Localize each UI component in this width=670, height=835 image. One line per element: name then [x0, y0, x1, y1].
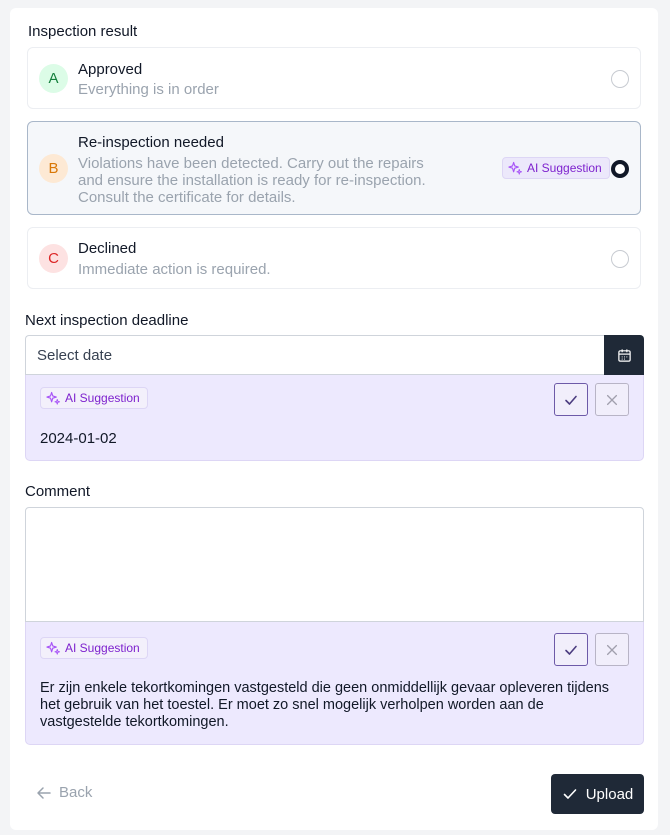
- reject-suggestion-button[interactable]: [595, 633, 629, 666]
- suggestion-line: het gebruik van het toestel. Er moet zo …: [40, 697, 544, 713]
- option-title: Approved: [78, 61, 143, 78]
- sparkle-icon: [46, 641, 61, 655]
- ai-suggestion-label: AI Suggestion: [65, 391, 140, 405]
- option-badge-b: B: [39, 154, 68, 183]
- back-button[interactable]: Back: [36, 784, 92, 801]
- ai-suggestion-tag: AI Suggestion: [40, 387, 148, 409]
- calendar-button[interactable]: [604, 335, 644, 375]
- option-badge-c: C: [39, 244, 68, 273]
- upload-button[interactable]: Upload: [551, 774, 644, 814]
- option-title: Declined: [78, 240, 137, 257]
- suggested-comment: Er zijn enkele tekortkomingen vastgestel…: [40, 680, 609, 731]
- comment-textarea[interactable]: [25, 507, 644, 622]
- ai-suggestion-tag: AI Suggestion: [502, 157, 610, 179]
- ai-suggestion-label: AI Suggestion: [527, 161, 602, 175]
- option-reinspection[interactable]: B Re-inspection needed Violations have b…: [27, 121, 641, 215]
- deadline-title: Next inspection deadline: [25, 312, 189, 329]
- close-icon: [606, 394, 618, 405]
- description-line: Consult the certificate for details.: [78, 189, 296, 206]
- description-line: and ensure the installation is ready for…: [78, 172, 426, 189]
- option-title: Re-inspection needed: [78, 134, 224, 151]
- accept-suggestion-button[interactable]: [554, 633, 588, 666]
- date-input[interactable]: Select date: [25, 335, 605, 375]
- description-line: Violations have been detected. Carry out…: [78, 155, 424, 172]
- reject-suggestion-button[interactable]: [595, 383, 629, 416]
- sparkle-icon: [508, 161, 523, 175]
- comment-suggestion-box: AI Suggestion Er zijn enkele tekortkomin…: [25, 622, 644, 745]
- inspection-result-title: Inspection result: [28, 23, 138, 40]
- arrow-left-icon: [37, 786, 51, 799]
- radio-approved[interactable]: [611, 70, 629, 88]
- option-declined[interactable]: C Declined Immediate action is required.: [27, 227, 641, 289]
- option-approved[interactable]: A Approved Everything is in order: [27, 47, 641, 109]
- close-icon: [606, 644, 618, 655]
- accept-suggestion-button[interactable]: [554, 383, 588, 416]
- suggested-date: 2024-01-02: [40, 430, 117, 447]
- option-description: Violations have been detected. Carry out…: [78, 155, 426, 206]
- check-icon: [565, 645, 577, 655]
- option-description: Everything is in order: [78, 81, 219, 98]
- radio-declined[interactable]: [611, 250, 629, 268]
- back-label: Back: [59, 784, 93, 801]
- deadline-suggestion-box: AI Suggestion 2024-01-02: [25, 375, 644, 461]
- check-icon: [565, 395, 577, 405]
- ai-suggestion-tag: AI Suggestion: [40, 637, 148, 659]
- radio-reinspection[interactable]: [611, 160, 629, 178]
- suggestion-line: vastgestelde tekortkomingen.: [40, 714, 229, 730]
- option-badge-a: A: [39, 64, 68, 93]
- comment-title: Comment: [25, 483, 91, 500]
- suggestion-line: Er zijn enkele tekortkomingen vastgestel…: [40, 680, 610, 696]
- sparkle-icon: [46, 391, 61, 405]
- upload-label: Upload: [585, 785, 634, 803]
- calendar-icon: [617, 348, 631, 362]
- ai-suggestion-label: AI Suggestion: [65, 641, 140, 655]
- check-icon: [563, 789, 577, 799]
- option-description: Immediate action is required.: [78, 261, 271, 278]
